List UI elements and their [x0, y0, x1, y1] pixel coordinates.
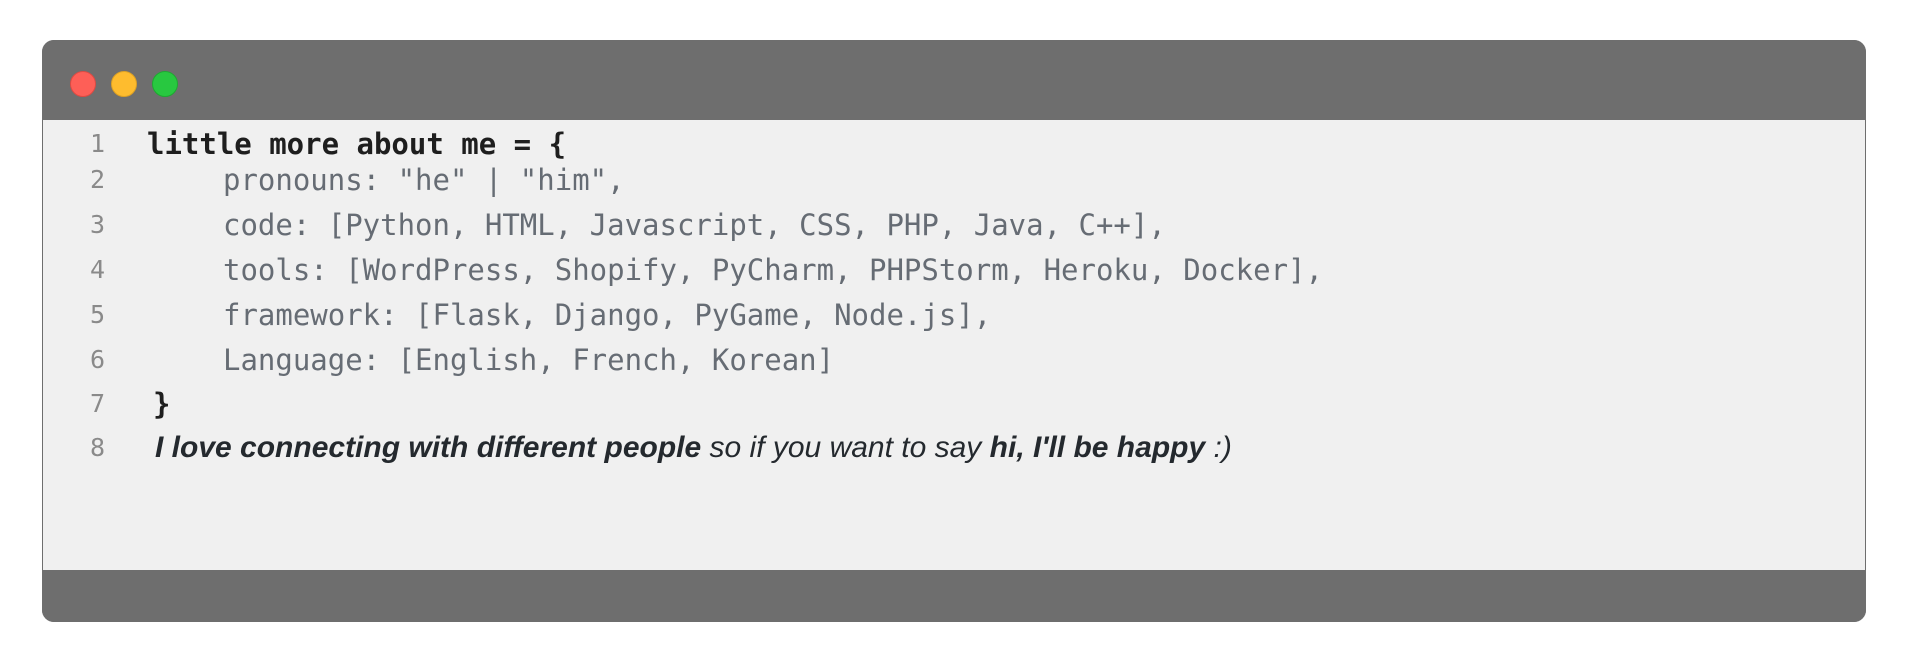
line-number: 3 — [89, 210, 105, 239]
status-bar — [42, 570, 1866, 622]
code-window: 1 little more about me = { 2 pronouns: "… — [42, 40, 1866, 622]
code-text: Language: [English, French, Korean] — [223, 343, 835, 377]
line-number: 7 — [89, 389, 105, 418]
line-number: 6 — [89, 345, 105, 374]
code-text: pronouns: "he" | "him", — [223, 163, 625, 197]
title-bar — [42, 40, 1866, 120]
maximize-icon[interactable] — [152, 71, 178, 97]
line-number: 5 — [89, 300, 105, 329]
bio-emphasis: hi, I'll be happy — [989, 431, 1206, 464]
close-icon[interactable] — [70, 71, 96, 97]
bio-text: so if you want to say — [701, 431, 990, 464]
code-line: 2 pronouns: "he" | "him", — [43, 158, 1865, 202]
code-line: 3 code: [Python, HTML, Javascript, CSS, … — [43, 203, 1865, 247]
code-text: } — [153, 387, 171, 421]
code-line: 5 framework: [Flask, Django, PyGame, Nod… — [43, 293, 1865, 337]
code-text: code: [Python, HTML, Javascript, CSS, PH… — [223, 208, 1166, 242]
line-number: 8 — [89, 433, 105, 462]
code-line: 7 } — [43, 382, 1865, 426]
code-line: 6 Language: [English, French, Korean] — [43, 338, 1865, 382]
code-line: 4 tools: [WordPress, Shopify, PyCharm, P… — [43, 248, 1865, 292]
line-number: 2 — [89, 165, 105, 194]
code-line: 8 I love connecting with different peopl… — [43, 426, 1865, 470]
line-number: 4 — [89, 255, 105, 284]
code-text: tools: [WordPress, Shopify, PyCharm, PHP… — [223, 253, 1323, 287]
bio-text: :) — [1205, 431, 1232, 464]
bio-sentence: I love connecting with different people … — [155, 426, 1232, 470]
minimize-icon[interactable] — [111, 71, 137, 97]
bio-emphasis: I love connecting with different people — [155, 431, 702, 464]
code-text: framework: [Flask, Django, PyGame, Node.… — [223, 298, 992, 332]
code-editor[interactable]: 1 little more about me = { 2 pronouns: "… — [43, 120, 1865, 570]
